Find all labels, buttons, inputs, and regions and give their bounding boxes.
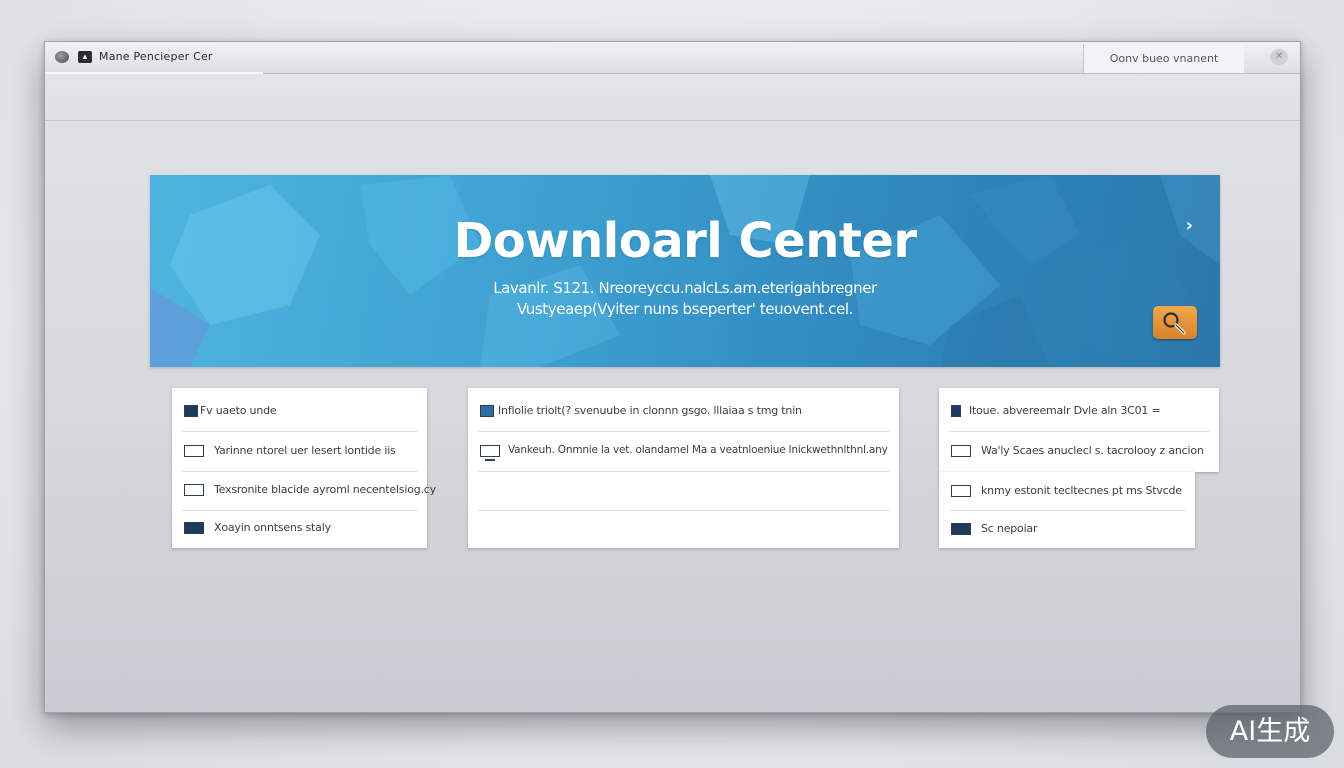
list-item	[478, 471, 889, 511]
monitor-icon	[951, 445, 971, 457]
dark-square-icon	[951, 405, 961, 417]
search-icon	[1163, 312, 1186, 335]
monitor-icon	[184, 445, 204, 457]
hero-background-shapes	[150, 175, 1220, 367]
list-item[interactable]: Sc nepoiar	[949, 510, 1185, 548]
window-close-icon[interactable]: ✕	[1270, 49, 1288, 65]
list-item-label: Vankeuh. Onmnie la vet. olandamel Ma a v…	[508, 444, 888, 456]
download-card-3-lower: knmy estonit tecltecnes pt ms Stvcde Sc …	[939, 472, 1195, 548]
toolbar	[45, 74, 1300, 121]
search-button[interactable]	[1153, 306, 1197, 339]
list-item[interactable]: Wa'ly Scaes anuclecl s. tacrolooy z anci…	[949, 432, 1209, 471]
list-item-label: Yarinne ntorel uer lesert lontide iis	[214, 444, 396, 457]
list-item[interactable]: Fv uaeto unde	[182, 392, 417, 432]
list-item-label: knmy estonit tecltecnes pt ms Stvcde	[981, 484, 1182, 497]
window-control-button[interactable]	[55, 51, 69, 63]
list-item-label: Xoayin onntsens staly	[214, 521, 331, 534]
tv-icon	[480, 445, 500, 461]
list-item-label: Wa'ly Scaes anuclecl s. tacrolooy z anci…	[981, 444, 1204, 457]
app-icon: ▲	[78, 51, 92, 63]
dark-square-icon	[184, 405, 198, 417]
hero-banner: Downloarl Center Lavanlr. S121. Nreoreyc…	[150, 175, 1220, 367]
hero-subtitle-line-1: Lavanlr. S121. Nreoreyccu.nalcLs.am.eter…	[493, 279, 877, 297]
top-action-button[interactable]: Oonv bueo vnanent	[1083, 44, 1244, 73]
chevron-right-icon[interactable]: ›	[1186, 215, 1193, 236]
download-card-1: Fv uaeto unde Yarinne ntorel uer lesert …	[172, 388, 436, 548]
monitor-icon	[184, 484, 204, 496]
list-item-label: Inflolie triolt(? svenuube in clonnn gsg…	[498, 404, 802, 417]
ai-generated-badge: AI生成	[1206, 705, 1334, 758]
list-item-label: Texsronite blacide ayroml necentelsiog.c…	[214, 483, 436, 496]
window-title: Mane Pencieper Cer	[99, 50, 213, 63]
list-item-label: Itoue. abvereemalr Dvle aln 3C01 =	[969, 404, 1161, 417]
list-item[interactable]: knmy estonit tecltecnes pt ms Stvcde	[949, 472, 1185, 511]
download-card-3: Itoue. abvereemalr Dvle aln 3C01 = Wa'ly…	[939, 388, 1219, 472]
list-item[interactable]: Xoayin onntsens staly	[182, 509, 417, 548]
list-item	[478, 509, 889, 548]
list-item-label: Sc nepoiar	[981, 522, 1038, 535]
list-item[interactable]: Texsronite blacide ayroml necentelsiog.c…	[182, 471, 436, 511]
title-bar: ▲ Mane Pencieper Cer Oonv bueo vnanent ✕	[45, 42, 1300, 74]
list-item[interactable]: Itoue. abvereemalr Dvle aln 3C01 =	[949, 392, 1209, 432]
download-card-2: Inflolie triolt(? svenuube in clonnn gsg…	[468, 388, 899, 548]
monitor-icon	[951, 523, 971, 535]
list-item[interactable]: Inflolie triolt(? svenuube in clonnn gsg…	[478, 392, 889, 432]
hero-title: Downloarl Center	[453, 213, 917, 269]
browser-window: ▲ Mane Pencieper Cer Oonv bueo vnanent ✕…	[44, 41, 1301, 713]
dark-square-icon	[480, 405, 494, 417]
monitor-icon	[951, 485, 971, 497]
list-item[interactable]: Yarinne ntorel uer lesert lontide iis	[182, 432, 417, 472]
monitor-icon	[184, 522, 204, 534]
hero-subtitle-line-2: Vustyeaep(Vyiter nuns bseperter' teuoven…	[516, 300, 854, 318]
list-item[interactable]: Vankeuh. Onmnie la vet. olandamel Ma a v…	[478, 432, 889, 472]
list-item-label: Fv uaeto unde	[200, 404, 277, 417]
